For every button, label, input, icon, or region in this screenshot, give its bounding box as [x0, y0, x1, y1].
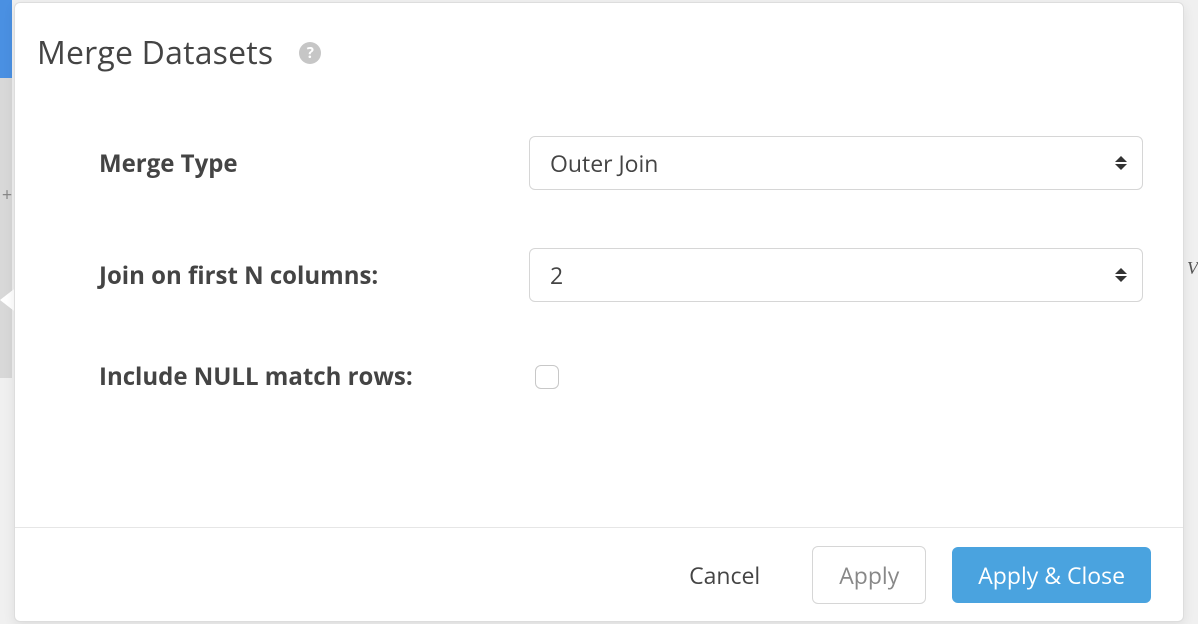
join-n-columns-value: 2 [550, 259, 563, 291]
background-gray-strip [0, 78, 12, 378]
background-plus-icon: + [0, 180, 14, 210]
merge-type-select[interactable]: Outer Join [529, 136, 1143, 190]
merge-type-label: Merge Type [99, 147, 529, 180]
merge-type-row: Merge Type Outer Join [37, 136, 1143, 190]
background-accent-strip [0, 0, 12, 78]
dialog-footer: Cancel Apply Apply & Close [15, 527, 1183, 621]
cancel-button[interactable]: Cancel [663, 547, 786, 603]
include-null-rows-checkbox[interactable] [535, 365, 559, 389]
merge-type-value: Outer Join [550, 147, 658, 179]
apply-button[interactable]: Apply [812, 546, 926, 604]
dialog-title: Merge Datasets [37, 31, 273, 74]
merge-type-select-wrap: Outer Join [529, 136, 1143, 190]
merge-datasets-dialog: Merge Datasets ? Merge Type Outer Join J… [14, 2, 1184, 622]
dialog-body: Merge Datasets ? Merge Type Outer Join J… [15, 3, 1183, 527]
include-null-rows-label: Include NULL match rows: [99, 360, 529, 393]
join-n-columns-select[interactable]: 2 [529, 248, 1143, 302]
apply-close-button[interactable]: Apply & Close [952, 547, 1151, 603]
include-null-rows-row: Include NULL match rows: [37, 360, 1143, 393]
join-n-columns-label: Join on first N columns: [99, 259, 529, 292]
dialog-title-row: Merge Datasets ? [37, 31, 1143, 74]
background-right-glyph: V [1187, 258, 1198, 279]
join-n-columns-select-wrap: 2 [529, 248, 1143, 302]
join-n-columns-row: Join on first N columns: 2 [37, 248, 1143, 302]
help-icon[interactable]: ? [299, 42, 321, 64]
